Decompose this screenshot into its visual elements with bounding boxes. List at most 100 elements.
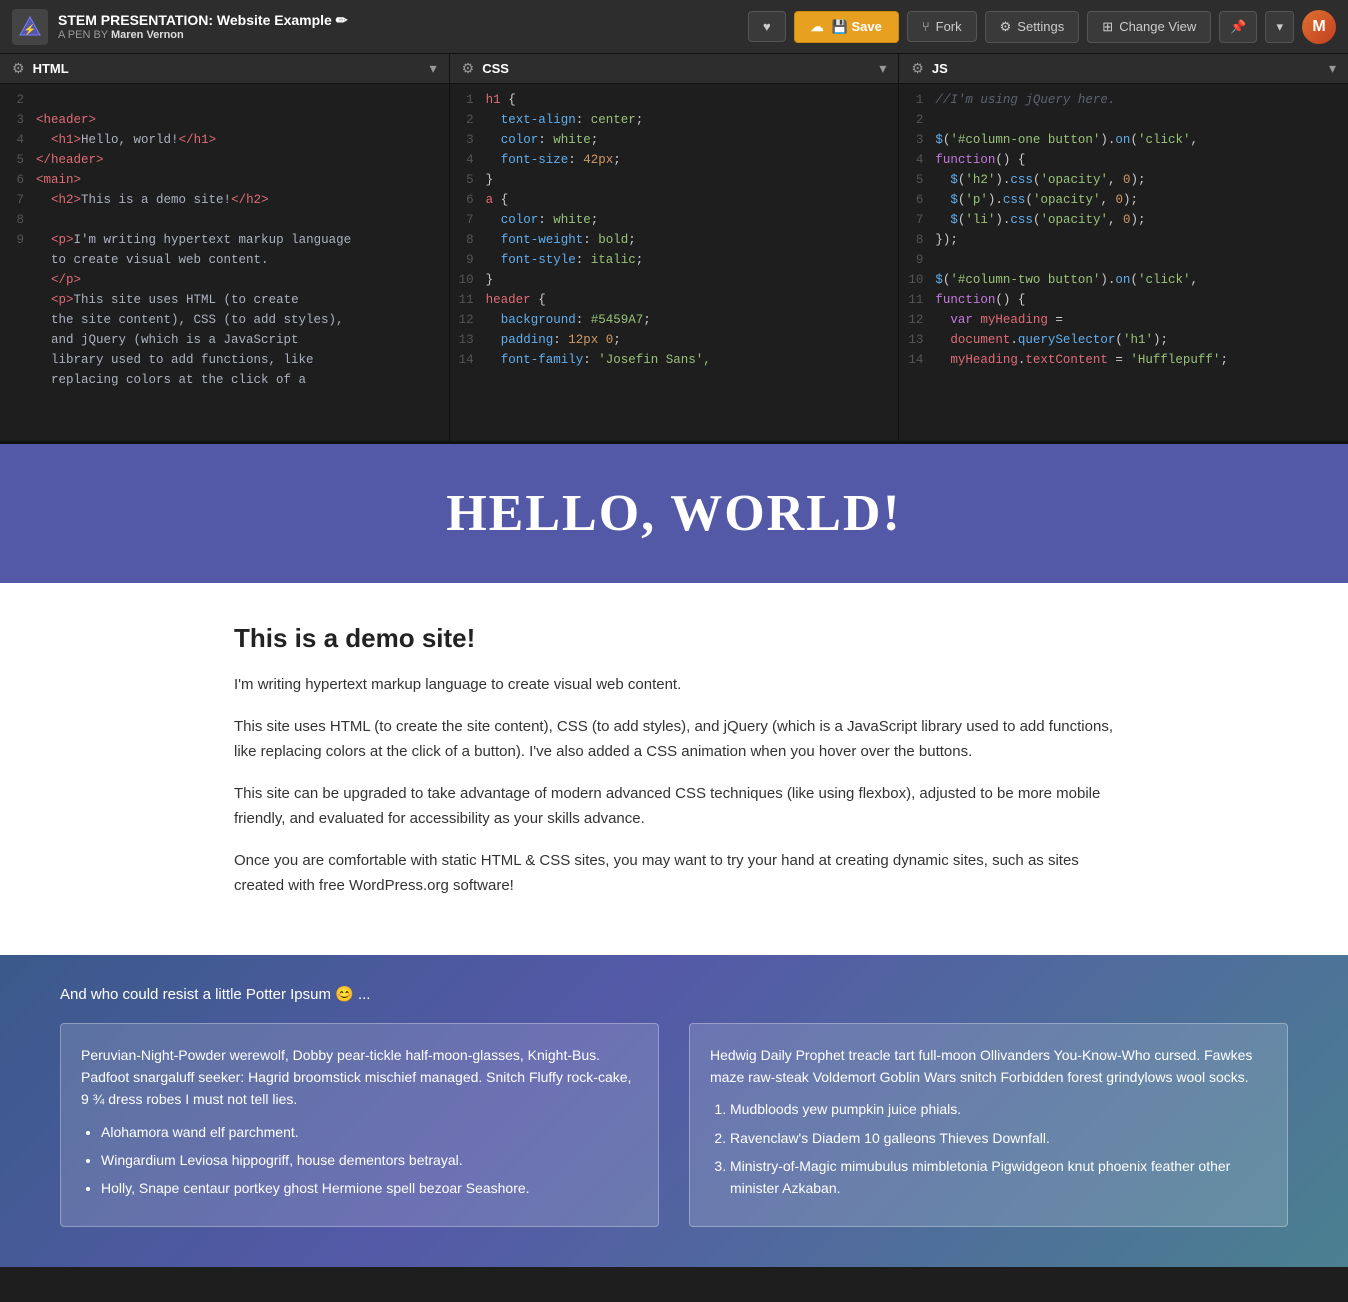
potter-label: And who could resist a little Potter Ips… [60,985,1288,1003]
title-area: STEM PRESENTATION: Website Example ✏ A P… [58,12,347,41]
js-code-area[interactable]: 1//I'm using jQuery here. 2 3$('#column-… [899,84,1348,441]
list-item: Ministry-of-Magic mimubulus mimbletonia … [730,1155,1267,1200]
top-actions: ♥ ☁ 💾 Save ⑂ Fork ⚙ Settings ⊞ Change Vi… [748,10,1336,44]
js-editor-header: ⚙ JS ▾ [899,54,1348,84]
list-item: Alohamora wand elf parchment. [101,1121,638,1143]
project-title: STEM PRESENTATION: Website Example ✏ [58,12,347,29]
code-line: 13 padding: 12px 0; [450,330,899,350]
js-lang-label: JS [932,61,1321,76]
save-icon: ☁ [811,19,824,35]
preview-paragraph-1: I'm writing hypertext markup language to… [234,672,1114,698]
code-line: 4 <h1>Hello, world!</h1> [0,130,449,150]
list-item: Ravenclaw's Diadem 10 galleons Thieves D… [730,1127,1267,1149]
code-line: 8 font-weight: bold; [450,230,899,250]
code-line: 7 color: white; [450,210,899,230]
potter-col2-list: Mudbloods yew pumpkin juice phials. Rave… [730,1098,1267,1200]
code-line: 6 $('p').css('opacity', 0); [899,190,1348,210]
html-code-area[interactable]: 2 3<header> 4 <h1>Hello, world!</h1> 5</… [0,84,449,441]
preview-subheading: This is a demo site! [234,623,1114,654]
code-line: 2 [899,110,1348,130]
code-line: library used to add functions, like [0,350,449,370]
settings-button[interactable]: ⚙ Settings [985,11,1080,43]
html-settings-icon: ⚙ [12,60,25,77]
code-line: 12 background: #5459A7; [450,310,899,330]
code-line: the site content), CSS (to add styles), [0,310,449,330]
code-line: 7 $('li').css('opacity', 0); [899,210,1348,230]
code-line: 4 font-size: 42px; [450,150,899,170]
fork-button[interactable]: ⑂ Fork [907,11,977,42]
code-line: 6<main> [0,170,449,190]
project-author: A PEN BY Maren Vernon [58,29,347,41]
code-line: 10} [450,270,899,290]
html-dropdown-icon[interactable]: ▾ [430,60,437,77]
code-line: 1//I'm using jQuery here. [899,90,1348,110]
potter-col1-text: Peruvian-Night-Powder werewolf, Dobby pe… [81,1044,638,1111]
js-dropdown-icon[interactable]: ▾ [1329,60,1336,77]
code-line: 9 font-style: italic; [450,250,899,270]
avatar[interactable]: M [1302,10,1336,44]
css-editor: ⚙ CSS ▾ 1h1 { 2 text-align: center; 3 co… [450,54,900,441]
css-editor-header: ⚙ CSS ▾ [450,54,899,84]
code-line: 2 text-align: center; [450,110,899,130]
code-line: 9 <p>I'm writing hypertext markup langua… [0,230,449,250]
js-settings-icon: ⚙ [911,60,924,77]
code-line: 3<header> [0,110,449,130]
code-line: replacing colors at the click of a [0,370,449,390]
preview-header: HELLO, WORLD! [0,444,1348,583]
code-line: 8}); [899,230,1348,250]
code-line: 2 [0,90,449,110]
code-line: 9 [899,250,1348,270]
code-line: 11header { [450,290,899,310]
code-line: 3$('#column-one button').on('click', [899,130,1348,150]
fork-icon: ⑂ [922,19,930,34]
js-editor: ⚙ JS ▾ 1//I'm using jQuery here. 2 3$('#… [899,54,1348,441]
preview-content: This is a demo site! I'm writing hyperte… [174,583,1174,955]
html-lang-label: HTML [33,61,422,76]
code-line: 12 var myHeading = [899,310,1348,330]
gear-icon: ⚙ [1000,19,1012,35]
code-line: 7 <h2>This is a demo site!</h2> [0,190,449,210]
css-lang-label: CSS [482,61,871,76]
potter-col2-text: Hedwig Daily Prophet treacle tart full-m… [710,1044,1267,1089]
top-bar: ⚡ STEM PRESENTATION: Website Example ✏ A… [0,0,1348,54]
code-line: 4function() { [899,150,1348,170]
code-line: 1h1 { [450,90,899,110]
more-button[interactable]: ▾ [1265,11,1294,43]
list-item: Mudbloods yew pumpkin juice phials. [730,1098,1267,1120]
potter-card-right: Hedwig Daily Prophet treacle tart full-m… [689,1023,1288,1227]
preview-heading: HELLO, WORLD! [20,484,1328,543]
code-line: 5</header> [0,150,449,170]
code-line: 5 $('h2').css('opacity', 0); [899,170,1348,190]
pin-button[interactable]: 📌 [1219,11,1257,43]
preview-paragraph-4: Once you are comfortable with static HTM… [234,848,1114,899]
list-item: Wingardium Leviosa hippogriff, house dem… [101,1149,638,1171]
preview-paragraph-2: This site uses HTML (to create the site … [234,714,1114,765]
potter-columns: Peruvian-Night-Powder werewolf, Dobby pe… [60,1023,1288,1227]
css-dropdown-icon[interactable]: ▾ [879,60,886,77]
code-line: and jQuery (which is a JavaScript [0,330,449,350]
code-line: 11function() { [899,290,1348,310]
list-item: Holly, Snape centaur portkey ghost Hermi… [101,1177,638,1199]
potter-section: And who could resist a little Potter Ips… [0,955,1348,1267]
svg-text:⚡: ⚡ [24,23,36,36]
potter-col1-list: Alohamora wand elf parchment. Wingardium… [101,1121,638,1200]
code-line: 10$('#column-two button').on('click', [899,270,1348,290]
save-button[interactable]: ☁ 💾 Save [794,11,899,43]
code-line: 3 color: white; [450,130,899,150]
css-code-area[interactable]: 1h1 { 2 text-align: center; 3 color: whi… [450,84,899,441]
css-settings-icon: ⚙ [462,60,475,77]
preview-paragraph-3: This site can be upgraded to take advant… [234,781,1114,832]
code-line: 14 font-family: 'Josefin Sans', [450,350,899,370]
code-line: <p>This site uses HTML (to create [0,290,449,310]
code-line: 14 myHeading.textContent = 'Hufflepuff'; [899,350,1348,370]
code-line: </p> [0,270,449,290]
html-editor: ⚙ HTML ▾ 2 3<header> 4 <h1>Hello, world!… [0,54,450,441]
logo-area: ⚡ STEM PRESENTATION: Website Example ✏ A… [12,9,347,45]
change-view-button[interactable]: ⊞ Change View [1087,11,1211,43]
view-icon: ⊞ [1102,19,1113,35]
code-line: 8 [0,210,449,230]
code-line: 5} [450,170,899,190]
heart-button[interactable]: ♥ [748,11,786,42]
logo-icon: ⚡ [12,9,48,45]
code-line: to create visual web content. [0,250,449,270]
